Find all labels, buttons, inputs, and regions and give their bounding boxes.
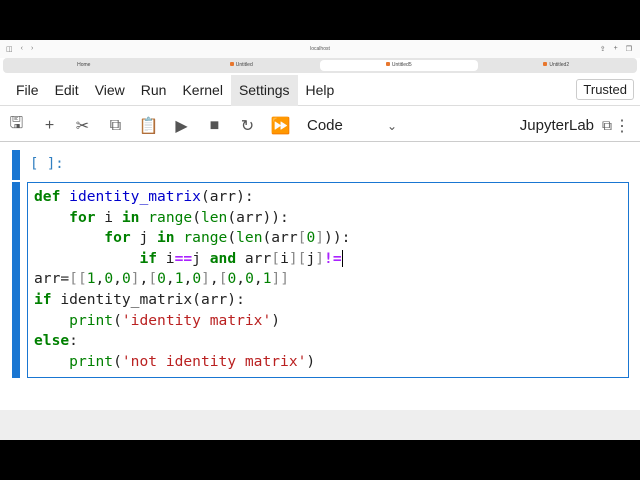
cell-collapser[interactable] (12, 182, 20, 378)
screen: ◫ ‹ › localhost ⇪ + ❐ Home Untitled Untitled… (0, 40, 640, 440)
address-bar[interactable]: localhost (190, 46, 450, 52)
page-bottom (0, 410, 640, 440)
browser-tab-untitled[interactable]: Untitled (163, 60, 321, 71)
notebook-icon (385, 62, 390, 66)
browser-tabs: Home Untitled Untitled5 Untitled2 (3, 58, 637, 73)
menu-view[interactable]: View (87, 75, 133, 106)
stop-icon[interactable]: ■ (198, 117, 231, 135)
run-icon[interactable]: ▶ (165, 116, 198, 136)
more-icon[interactable]: ⋮ (614, 116, 630, 136)
menu-kernel[interactable]: Kernel (174, 75, 230, 106)
notebook-icon (543, 62, 548, 66)
menu-run[interactable]: Run (133, 75, 175, 106)
menu-settings[interactable]: Settings (230, 74, 298, 106)
paste-icon[interactable]: 📋 (132, 116, 165, 136)
menu-bar: File Edit View Run Kernel Settings Help … (0, 74, 640, 106)
code-cell[interactable]: [ ]: (12, 150, 628, 180)
tab-label: Home (77, 62, 91, 68)
forward-icon[interactable]: › (31, 45, 33, 53)
external-link-icon[interactable]: ⧉ (602, 117, 612, 134)
cut-icon[interactable]: ✂ (66, 116, 99, 136)
code-text[interactable]: def identity_matrix(arr): for i in range… (34, 187, 622, 372)
chevron-down-icon[interactable]: ⌄ (387, 119, 397, 133)
code-editor[interactable]: def identity_matrix(arr): for i in range… (27, 182, 629, 378)
menu-edit[interactable]: Edit (47, 75, 87, 106)
new-tab-icon[interactable]: + (614, 45, 618, 53)
cell-collapser[interactable] (12, 150, 20, 180)
copy-icon[interactable]: ⧉ (99, 117, 132, 135)
add-cell-icon[interactable]: + (33, 117, 66, 135)
code-cell-active[interactable]: def identity_matrix(arr): for i in range… (12, 182, 629, 378)
cell-type-select[interactable]: Code (307, 117, 387, 134)
tab-label: Untitled (235, 62, 253, 68)
tab-label: Untitled2 (549, 62, 570, 68)
browser-tab-untitled2[interactable]: Untitled2 (478, 60, 636, 71)
run-all-icon[interactable]: ⏩ (264, 116, 297, 136)
browser-tab-home[interactable]: Home (5, 60, 163, 71)
menu-help[interactable]: Help (298, 75, 343, 106)
save-icon[interactable]: 🖫 (0, 112, 33, 139)
restart-icon[interactable]: ↻ (231, 116, 264, 136)
kernel-name[interactable]: JupyterLab (520, 117, 594, 134)
menu-file[interactable]: File (8, 75, 47, 106)
share-icon[interactable]: ⇪ (600, 45, 606, 53)
sidebar-toggle-icon[interactable]: ◫ (6, 45, 13, 53)
trusted-badge[interactable]: Trusted (576, 79, 634, 100)
back-icon[interactable]: ‹ (21, 45, 23, 53)
notebook-toolbar: 🖫 + ✂ ⧉ 📋 ▶ ■ ↻ ⏩ Code ⌄ JupyterLab ⧉ ⋮ (0, 110, 640, 142)
browser-tab-untitled5[interactable]: Untitled5 (320, 60, 478, 71)
tab-label: Untitled5 (391, 62, 412, 68)
tabs-overview-icon[interactable]: ❐ (626, 45, 632, 53)
browser-toolbar: ◫ ‹ › localhost ⇪ + ❐ (0, 40, 640, 58)
notebook-icon (229, 62, 234, 66)
cell-prompt: [ ]: (30, 156, 64, 172)
